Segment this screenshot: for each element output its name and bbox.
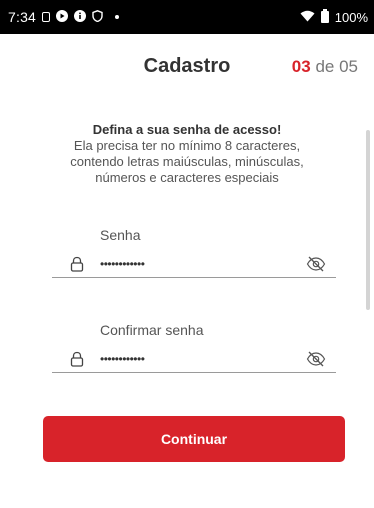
password-input[interactable]: •••••••••••• (100, 257, 304, 271)
intro-title: Defina a sua senha de acesso! (92, 122, 282, 137)
play-icon (56, 9, 69, 25)
step-separator: de (310, 57, 340, 76)
phone-screen: 7:34 100% Cadastro 03 de 05 Defina a sua… (0, 0, 374, 508)
lock-icon (64, 255, 90, 273)
step-indicator: 03 de 05 (292, 57, 358, 77)
step-total: 05 (339, 57, 358, 76)
scroll-indicator[interactable] (366, 130, 370, 310)
intro-text: Defina a sua senha de acesso! Ela precis… (40, 122, 334, 186)
info-icon (74, 9, 87, 25)
battery-icon (320, 9, 329, 23)
password-field: Senha •••••••••••• (52, 227, 336, 278)
password-label: Senha (100, 227, 141, 243)
status-right: 100% (300, 9, 368, 25)
confirm-password-input[interactable]: •••••••••••• (100, 352, 304, 366)
lock-icon (64, 350, 90, 368)
battery-percent: 100% (334, 9, 368, 25)
intro-line: contendo letras maiúsculas, minúsculas, (70, 154, 304, 169)
sim-icon (42, 12, 51, 22)
confirm-password-input-row[interactable]: •••••••••••• (52, 346, 336, 373)
status-time: 7:34 (8, 9, 37, 25)
step-current: 03 (291, 57, 311, 76)
status-left: 7:34 (8, 9, 120, 25)
status-bar: 7:34 100% (0, 0, 374, 34)
eye-off-icon[interactable] (304, 255, 328, 273)
intro-line: Ela precisa ter no mínimo 8 caracteres, (73, 138, 301, 153)
dot-icon (115, 15, 120, 19)
confirm-password-label: Confirmar senha (100, 322, 204, 338)
password-input-row[interactable]: •••••••••••• (52, 251, 336, 278)
confirm-password-field: Confirmar senha •••••••••••• (52, 322, 336, 373)
continue-button[interactable]: Continuar (43, 416, 345, 462)
intro-line: números e caracteres especiais (95, 170, 279, 185)
eye-off-icon[interactable] (304, 350, 328, 368)
wifi-icon (300, 10, 315, 25)
shield-icon (92, 9, 103, 25)
